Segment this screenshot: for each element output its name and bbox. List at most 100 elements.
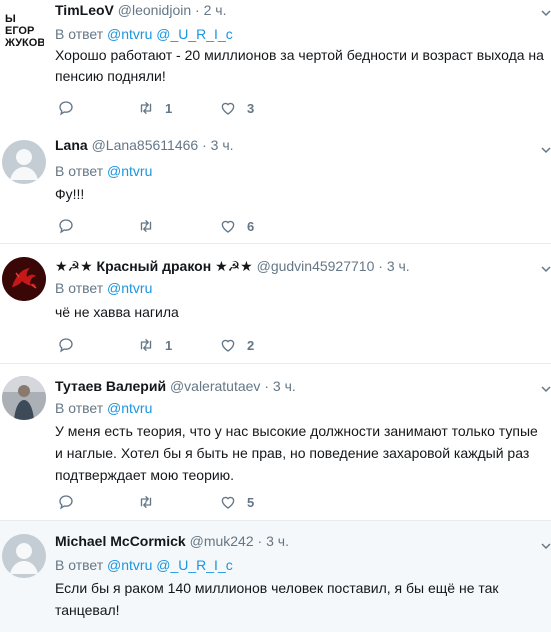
reply-icon <box>59 495 73 510</box>
reply-button[interactable] <box>57 98 75 118</box>
mention-link[interactable]: @ntvru <box>107 280 152 296</box>
retweet-count: 1 <box>165 337 173 353</box>
tweet-header: Тутаев Валерий @valeratutaev · 3 ч. <box>55 377 296 395</box>
retweet-button[interactable]: 1 <box>137 335 172 355</box>
username[interactable]: @leonidjoin <box>118 2 191 18</box>
timestamp[interactable]: 3 ч. <box>211 137 234 153</box>
reply-prefix: В ответ <box>55 163 104 179</box>
reply-context: В ответ @ntvru <box>55 279 152 297</box>
like-button[interactable]: 2 <box>219 335 254 355</box>
display-name[interactable]: Тутаев Валерий <box>55 378 166 394</box>
heart-icon <box>221 220 235 233</box>
heart-icon <box>221 102 235 115</box>
reply-context: В ответ @ntvru <box>55 399 152 417</box>
separator-dot: · <box>257 533 263 549</box>
tweet[interactable]: Michael McCormick @muk242 · 3 ч. В ответ… <box>0 521 551 632</box>
like-count: 6 <box>247 218 255 234</box>
chevron-down-icon[interactable] <box>541 8 551 18</box>
avatar-logo: Ы ЕГОР ЖУКОВ <box>4 13 44 49</box>
timestamp[interactable]: 3 ч. <box>387 258 410 274</box>
avatar[interactable] <box>2 534 46 578</box>
mention-link[interactable]: @ntvru <box>107 557 152 573</box>
avatar[interactable] <box>2 376 46 420</box>
default-avatar-icon <box>10 543 38 574</box>
timestamp[interactable]: 3 ч. <box>266 533 289 549</box>
tweet-header: Michael McCormick @muk242 · 3 ч. <box>55 532 289 550</box>
svg-text:ЖУКОВ: ЖУКОВ <box>4 37 44 49</box>
reply-button[interactable] <box>57 492 75 512</box>
retweet-button[interactable] <box>137 216 165 236</box>
dragon-avatar-image <box>2 257 46 301</box>
avatar[interactable] <box>2 140 46 184</box>
tweet[interactable]: Тутаев Валерий @valeratutaev · 3 ч. В от… <box>0 364 551 521</box>
like-button[interactable]: 5 <box>219 492 254 512</box>
tweet[interactable]: Lana @Lana85611466 · 3 ч. В ответ @ntvru… <box>0 127 551 244</box>
svg-text:Ы: Ы <box>5 13 16 25</box>
tweet-actions: 6 <box>55 216 295 236</box>
like-count: 5 <box>247 494 255 510</box>
display-name[interactable]: Lana <box>55 137 88 153</box>
username[interactable]: @valeratutaev <box>170 378 260 394</box>
display-name[interactable]: Michael McCormick <box>55 533 186 549</box>
tweet-text: Если бы я раком 140 миллионов человек по… <box>55 580 499 618</box>
retweet-button[interactable]: 1 <box>137 98 172 118</box>
username[interactable]: @gudvin45927710 <box>257 258 375 274</box>
separator-dot: · <box>202 137 207 153</box>
reply-icon <box>59 101 73 116</box>
mention-link[interactable]: @_U_R_I_c <box>156 557 232 573</box>
username[interactable]: @Lana85611466 <box>92 137 199 153</box>
like-count: 3 <box>247 100 255 116</box>
like-button[interactable]: 3 <box>219 98 254 118</box>
retweet-count: 1 <box>165 100 173 116</box>
chevron-down-icon[interactable] <box>541 541 551 551</box>
tweet-header: Lana @Lana85611466 · 3 ч. <box>55 136 234 154</box>
tweet[interactable]: Ы ЕГОР ЖУКОВ TimLeoV @leonidjoin · 2 ч. … <box>0 0 551 128</box>
avatar[interactable]: Ы ЕГОР ЖУКОВ <box>4 10 44 50</box>
avatar[interactable] <box>2 257 46 301</box>
heart-icon <box>221 496 235 509</box>
reply-context: В ответ @ntvru @_U_R_I_c <box>55 25 233 43</box>
chevron-down-icon[interactable] <box>541 384 551 394</box>
heart-icon <box>221 339 235 352</box>
tweet-text: У меня есть теория, что у нас высокие до… <box>55 423 538 483</box>
like-button[interactable]: 6 <box>219 216 254 236</box>
default-avatar-icon <box>10 149 38 180</box>
mention-link[interactable]: @ntvru <box>107 400 152 416</box>
retweet-icon <box>140 496 152 508</box>
username[interactable]: @muk242 <box>190 533 254 549</box>
tweet-text: Хорошо работают - 20 миллионов за чертой… <box>55 47 544 84</box>
tweet-actions: 1 3 <box>55 98 295 118</box>
chevron-down-icon[interactable] <box>541 145 551 155</box>
tweet-actions: 1 2 <box>55 335 295 355</box>
svg-text:ЕГОР: ЕГОР <box>5 25 34 37</box>
display-name[interactable]: TimLeoV <box>55 2 114 18</box>
separator-dot: · <box>264 378 269 394</box>
timestamp[interactable]: 2 ч. <box>204 2 227 18</box>
tweet-text: чё не хавва нагила <box>55 304 179 320</box>
like-count: 2 <box>247 337 255 353</box>
mention-link[interactable]: @_U_R_I_c <box>156 26 232 42</box>
mention-link[interactable]: @ntvru <box>107 163 152 179</box>
tweet-header: ★☭★ Красный дракон ★☭★ @gudvin45927710 ·… <box>55 257 410 275</box>
reply-context: В ответ @ntvru <box>55 162 152 180</box>
chevron-down-icon[interactable] <box>541 264 551 274</box>
person-photo-avatar <box>2 376 46 420</box>
display-name[interactable]: ★☭★ Красный дракон ★☭★ <box>55 258 253 274</box>
mention-link[interactable]: @ntvru <box>107 26 152 42</box>
separator-dot: · <box>195 2 200 18</box>
retweet-button[interactable] <box>137 492 165 512</box>
tweet[interactable]: ★☭★ Красный дракон ★☭★ @gudvin45927710 ·… <box>0 244 551 364</box>
reply-prefix: В ответ <box>55 557 104 573</box>
reply-prefix: В ответ <box>55 26 104 42</box>
retweet-icon <box>140 339 152 351</box>
reply-icon <box>59 219 73 234</box>
retweet-icon <box>140 220 152 232</box>
reply-prefix: В ответ <box>55 400 104 416</box>
reply-button[interactable] <box>57 335 75 355</box>
reply-context: В ответ @ntvru @_U_R_I_c <box>55 556 233 574</box>
reply-button[interactable] <box>57 216 75 236</box>
timestamp[interactable]: 3 ч. <box>273 378 296 394</box>
reply-prefix: В ответ <box>55 280 104 296</box>
tweet-actions: 5 <box>55 492 295 512</box>
tweet-text: Фу!!! <box>55 186 85 202</box>
